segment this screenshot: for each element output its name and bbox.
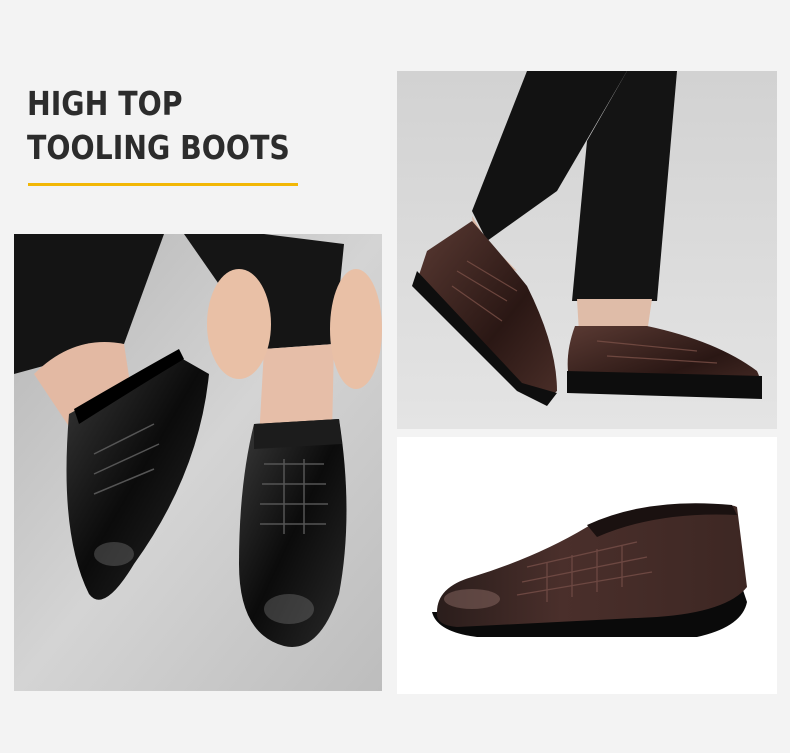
walking-brown-loafers-photo [397,71,777,429]
headline-underline [28,183,298,186]
headline-line-1: HIGH TOP [27,84,183,123]
brown-loafer-product-photo [397,437,777,694]
headline-line-2: TOOLING BOOTS [27,128,290,167]
hands-adjusting-black-loafers-photo [14,234,382,691]
headline: HIGH TOP TOOLING BOOTS [27,82,290,170]
